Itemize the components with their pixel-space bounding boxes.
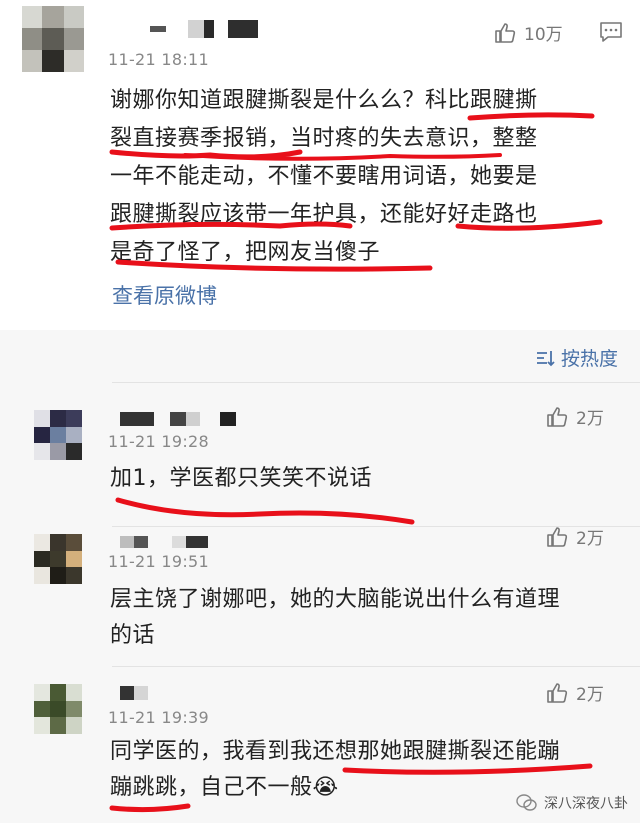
reply-line: 层主饶了谢娜吧，她的大脑能说出什么有道理 xyxy=(110,587,561,612)
avatar[interactable] xyxy=(22,6,84,72)
username-redacted[interactable] xyxy=(150,18,260,40)
username-redacted[interactable] xyxy=(120,534,220,550)
username-redacted[interactable] xyxy=(120,684,160,702)
like-count: 2万 xyxy=(576,409,604,429)
like-count: 2万 xyxy=(576,529,604,549)
comment-line: 跟腱撕裂应该带一年护具，还能好好走路也 xyxy=(110,202,538,227)
thumbs-up-icon xyxy=(547,406,568,427)
sort-icon xyxy=(536,350,555,366)
reply-line: 的话 xyxy=(110,623,156,648)
thumbs-up-icon xyxy=(547,526,568,547)
reply-timestamp: 11-21 19:28 xyxy=(108,432,209,451)
comment-timestamp: 11-21 18:11 xyxy=(108,50,209,69)
thumbs-up-icon xyxy=(495,22,516,43)
like-count: 10万 xyxy=(524,25,563,45)
reply-icon[interactable] xyxy=(598,20,624,48)
avatar[interactable] xyxy=(34,410,82,460)
divider xyxy=(112,666,640,667)
reply-text: 层主饶了谢娜吧，她的大脑能说出什么有道理 的话 xyxy=(110,582,620,654)
like-button[interactable]: 2万 xyxy=(546,680,604,705)
sort-button[interactable]: 按热度 xyxy=(535,344,618,371)
watermark: 深八深夜八卦 xyxy=(516,793,628,813)
reply-timestamp: 11-21 19:39 xyxy=(108,708,209,727)
thumbs-up-icon xyxy=(547,682,568,703)
watermark-text: 深八深夜八卦 xyxy=(544,796,628,812)
reply-timestamp: 11-21 19:51 xyxy=(108,552,209,571)
like-count: 2万 xyxy=(576,685,604,705)
comment-line: 裂直接赛季报销，当时疼的失去意识，整整 xyxy=(110,126,538,151)
comment-line: 谢娜你知道跟腱撕裂是什么么？科比跟腱撕 xyxy=(110,88,538,113)
like-button[interactable]: 2万 xyxy=(546,524,604,549)
divider xyxy=(112,382,640,383)
reply-text: 加1，学医都只笑笑不说话 xyxy=(110,460,620,498)
avatar[interactable] xyxy=(34,534,82,584)
reply-line: 同学医的，我看到我还想那她跟腱撕裂还能蹦 xyxy=(110,739,561,764)
wechat-icon xyxy=(516,794,537,811)
username-redacted[interactable] xyxy=(120,410,240,428)
main-comment: 11-21 18:11 10万 谢娜你知道跟腱撕裂是什么么？科比跟腱撕 裂直接赛… xyxy=(0,0,640,330)
like-button[interactable]: 10万 xyxy=(494,20,563,45)
comment-line: 一年不能走动，不懂不要瞎用词语，她要是 xyxy=(110,164,538,189)
comment-line: 是奇了怪了，把网友当傻子 xyxy=(110,240,381,265)
sort-label: 按热度 xyxy=(560,348,618,370)
view-original-link[interactable]: 查看原微博 xyxy=(112,280,217,310)
avatar[interactable] xyxy=(34,684,82,734)
comment-text: 谢娜你知道跟腱撕裂是什么么？科比跟腱撕 裂直接赛季报销，当时疼的失去意识，整整 … xyxy=(110,82,630,272)
like-button[interactable]: 2万 xyxy=(546,404,604,429)
replies-section: 按热度 11-21 19:28 2万 加1，学医都只笑笑不说话 11-21 19… xyxy=(0,330,640,823)
weibo-comment-page: 11-21 18:11 10万 谢娜你知道跟腱撕裂是什么么？科比跟腱撕 裂直接赛… xyxy=(0,0,640,823)
reply-line: 加1，学医都只笑笑不说话 xyxy=(110,466,372,491)
